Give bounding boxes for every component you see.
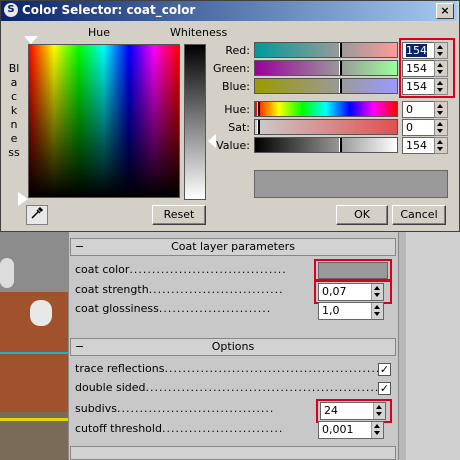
spinner-arrows-icon[interactable] (434, 119, 448, 136)
leader-dots: ......................... (158, 302, 272, 315)
row-label-text: coat color (75, 263, 130, 276)
leader-dots: ................................... (116, 402, 275, 415)
blue-slider[interactable] (254, 78, 398, 94)
value-label: Value: (216, 139, 250, 152)
highlight-box (399, 38, 455, 98)
row-label-text: cutoff threshold (75, 422, 162, 435)
spinner-value: 1,0 (322, 304, 340, 317)
slider-thumb[interactable] (339, 61, 342, 75)
blackness-pointer-icon[interactable] (18, 192, 28, 206)
color-preview-swatch (254, 170, 448, 198)
ok-button[interactable]: OK (336, 205, 388, 225)
spinner-arrows-icon[interactable] (371, 303, 383, 319)
window-title: Color Selector: coat_color (22, 3, 196, 17)
hue-label: Hue (88, 26, 111, 39)
green-label: Green: (212, 62, 250, 75)
slider-thumb[interactable] (257, 102, 260, 116)
hue-channel-label: Hue: (224, 103, 250, 116)
green-slider[interactable] (254, 60, 398, 76)
collapse-icon: − (75, 240, 85, 253)
leader-dots: ........................................… (145, 381, 393, 394)
close-button[interactable]: × (436, 3, 454, 19)
leader-dots: .............................. (148, 283, 284, 296)
next-group-header[interactable] (70, 446, 396, 460)
spinner-arrows-icon[interactable] (371, 422, 383, 438)
spinner-arrows-icon[interactable] (434, 137, 448, 154)
leader-dots: ........................... (161, 422, 284, 435)
hue-blackness-picker[interactable] (28, 44, 180, 198)
hue-slider[interactable] (254, 101, 398, 117)
hue-input[interactable]: 0 (402, 101, 436, 118)
app-logo-icon: S (4, 3, 18, 17)
field-value: 0 (406, 121, 413, 134)
viewport-grid-line (0, 418, 68, 421)
blue-label: Blue: (221, 80, 250, 93)
leader-dots: ................................... (129, 263, 287, 276)
field-value: 0 (406, 103, 413, 116)
spinner-value: 0,001 (322, 423, 354, 436)
row-label-text: coat strength (75, 283, 149, 296)
sat-input[interactable]: 0 (402, 119, 436, 136)
row-label-text: subdivs (75, 402, 117, 415)
coat-glossiness-label: coat glossiness......................... (75, 301, 271, 317)
double-sided-label: double sided............................… (75, 380, 393, 396)
field-value: 154 (406, 139, 427, 152)
eyedropper-icon (31, 206, 44, 219)
row-label-text: trace reflections (75, 362, 165, 375)
highlight-box (314, 280, 392, 304)
coat-color-label: coat color..............................… (75, 262, 287, 278)
cutoff-threshold-spinner[interactable]: 0,001 (318, 421, 384, 439)
sat-label: Sat: (228, 121, 250, 134)
value-slider[interactable] (254, 137, 398, 153)
slider-thumb[interactable] (339, 79, 342, 93)
side-panel (406, 232, 460, 460)
eyedropper-button[interactable] (26, 205, 48, 225)
row-label-text: double sided (75, 381, 146, 394)
coat-layer-group-header[interactable]: − Coat layer parameters (70, 238, 396, 256)
row-label-text: coat glossiness (75, 302, 159, 315)
blackness-label: Blackness (8, 62, 20, 159)
spinner-arrows-icon[interactable] (434, 101, 448, 118)
cancel-button[interactable]: Cancel (392, 205, 446, 225)
coat-glossiness-spinner[interactable]: 1,0 (318, 302, 384, 320)
slider-thumb[interactable] (339, 43, 342, 57)
red-label: Red: (225, 44, 250, 57)
slider-thumb[interactable] (339, 138, 342, 152)
double-sided-checkbox[interactable]: ✓ (378, 382, 391, 395)
whiteness-slider[interactable] (184, 44, 206, 200)
highlight-box (314, 259, 392, 281)
coat-strength-label: coat strength...........................… (75, 282, 284, 298)
group-title: Options (211, 340, 255, 353)
sat-slider[interactable] (254, 119, 398, 135)
slider-thumb[interactable] (257, 120, 260, 134)
subdivs-label: subdivs.................................… (75, 401, 274, 417)
viewport-grid-line (0, 352, 68, 354)
viewport-shape (30, 300, 52, 326)
value-input[interactable]: 154 (402, 137, 436, 154)
trace-reflections-checkbox[interactable]: ✓ (378, 363, 391, 376)
hue-pointer-icon[interactable] (24, 36, 38, 44)
leader-dots: ........................................… (164, 362, 381, 375)
trace-reflections-label: trace reflections.......................… (75, 361, 380, 377)
cutoff-threshold-label: cutoff threshold........................… (75, 421, 283, 437)
highlight-box (316, 399, 392, 423)
options-group-header[interactable]: − Options (70, 338, 396, 356)
group-title: Coat layer parameters (171, 240, 295, 253)
viewport-shape (0, 258, 14, 288)
collapse-icon: − (75, 340, 85, 353)
reset-button[interactable]: Reset (152, 205, 206, 225)
red-slider[interactable] (254, 42, 398, 58)
whiteness-label: Whiteness (170, 26, 228, 39)
